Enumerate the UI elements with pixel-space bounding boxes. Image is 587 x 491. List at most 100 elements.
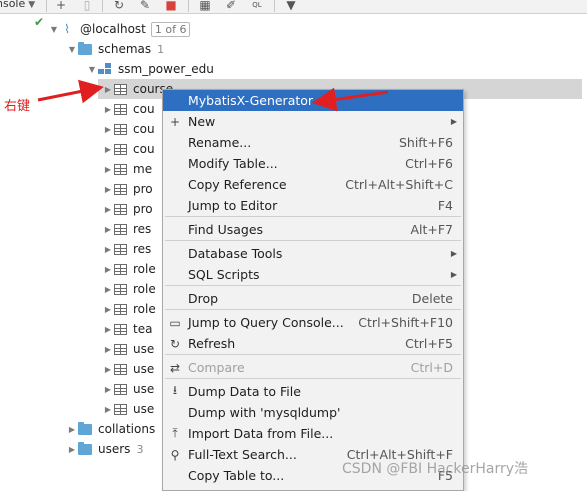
menu-item-label: New [188,114,216,129]
tree-table-row[interactable]: ▶ tea [102,319,153,339]
tree-table-row[interactable]: ▶ cou [102,139,155,159]
collapsed-arrow-icon[interactable]: ▶ [102,145,114,154]
collapsed-arrow-icon[interactable]: ▶ [66,445,78,454]
annotation-label: 右键 [4,99,31,114]
collapsed-arrow-icon[interactable]: ▶ [102,125,114,134]
tree-users[interactable]: ▶ users 3 [66,439,143,459]
table-icon [114,143,127,155]
menu-item-rename[interactable]: Rename... Shift+F6 [163,132,463,153]
menu-item-find-usages[interactable]: Find Usages Alt+F7 [163,219,463,240]
expanded-arrow-icon[interactable]: ▼ [48,25,60,34]
collapsed-arrow-icon[interactable]: ▶ [102,385,114,394]
table-name: role [133,302,156,316]
collapsed-arrow-icon[interactable]: ▶ [102,185,114,194]
menu-separator [165,378,461,379]
menu-item-shortcut: Shift+F6 [398,135,453,150]
tree-table-row[interactable]: ▶ me [102,159,152,179]
table-name: me [133,162,153,176]
collapsed-arrow-icon[interactable]: ▶ [102,265,114,274]
tree-table-row[interactable]: ▶ cou [102,99,155,119]
menu-item-drop[interactable]: Drop Delete [163,288,463,309]
menu-item-label: SQL Scripts [188,267,260,282]
tree-table-row[interactable]: ▶ role [102,299,156,319]
table-icon [114,243,127,255]
collapsed-arrow-icon[interactable]: ▶ [102,325,114,334]
collapsed-arrow-icon[interactable]: ▶ [102,405,114,414]
collapsed-arrow-icon[interactable]: ▶ [66,425,78,434]
tree-table-row[interactable]: ▶ use [102,339,154,359]
collapsed-arrow-icon[interactable]: ▶ [102,285,114,294]
folder-icon [78,41,92,55]
expanded-arrow-icon[interactable]: ▼ [66,45,78,54]
tree-table-row[interactable]: ▶ role [102,259,156,279]
collapsed-arrow-icon[interactable]: ▶ [102,225,114,234]
tree-table-row[interactable]: ▶ use [102,379,154,399]
menu-separator [165,354,461,355]
tree-table-row[interactable]: ▶ cou [102,119,155,139]
table-icon[interactable]: ▦ [198,0,212,12]
table-name: use [133,382,155,396]
collapsed-arrow-icon[interactable]: ▶ [102,345,114,354]
menu-item-sql-scripts[interactable]: SQL Scripts ▶ [163,264,463,285]
menu-item-jump-to-editor[interactable]: Jump to Editor F4 [163,195,463,216]
expanded-arrow-icon[interactable]: ▼ [86,65,98,74]
collapsed-arrow-icon[interactable]: ▶ [102,165,114,174]
submenu-arrow-icon: ▶ [450,270,457,279]
tree-schemas[interactable]: ▼ schemas 1 [66,39,164,59]
stop-icon[interactable]: ■ [164,0,178,12]
filter-icon[interactable]: ▼ [284,0,298,12]
collapsed-arrow-icon[interactable]: ▶ [102,85,114,94]
menu-item-compare[interactable]: ⇄ Compare Ctrl+D [163,357,463,378]
menu-item-shortcut: Ctrl+F6 [405,156,453,171]
table-name: pro [133,182,153,196]
menu-item-modify-table[interactable]: Modify Table... Ctrl+F6 [163,153,463,174]
tree-table-row[interactable]: ▶ use [102,399,154,419]
table-name: tea [133,322,153,336]
search-icon: ⚲ [170,447,180,462]
menu-item-dump-data-to-file[interactable]: ⭳ Dump Data to File [163,381,463,402]
menu-item-label: Dump Data to File [188,384,301,399]
folder-icon [78,421,92,435]
menu-item-refresh[interactable]: ↻ Refresh Ctrl+F5 [163,333,463,354]
delete-icon[interactable]: ▯ [80,0,94,12]
menu-item-copy-reference[interactable]: Copy Reference Ctrl+Alt+Shift+C [163,174,463,195]
schema-icon [98,63,112,75]
table-name: use [133,362,155,376]
tree-table-row[interactable]: ▶ res [102,219,151,239]
tools-icon[interactable]: ✎ [138,0,152,12]
table-icon [114,123,127,135]
menu-item-import-data-from-file[interactable]: ⤒ Import Data from File... [163,423,463,444]
tree-table-row[interactable]: ▶ res [102,239,151,259]
folder-icon [78,441,92,455]
tree-connection[interactable]: ▼ ⌇ @localhost 1 of 6 [48,19,191,39]
table-name: role [133,282,156,296]
tree-collations[interactable]: ▶ collations 2 [66,419,168,439]
plus-icon[interactable]: + [54,0,68,12]
tree-table-row[interactable]: ▶ pro [102,179,153,199]
menu-item-label: Dump with 'mysqldump' [188,405,341,420]
menu-item-new[interactable]: + New ▶ [163,111,463,132]
collapsed-arrow-icon[interactable]: ▶ [102,245,114,254]
menu-item-database-tools[interactable]: Database Tools ▶ [163,243,463,264]
collapsed-arrow-icon[interactable]: ▶ [102,205,114,214]
table-icon [114,383,127,395]
refresh-icon[interactable]: ↻ [112,0,126,12]
collapsed-arrow-icon[interactable]: ▶ [102,365,114,374]
tree-table-row[interactable]: ▶ use [102,359,154,379]
edit-icon[interactable]: ✐ [224,0,238,12]
tree-table-row[interactable]: ▶ pro [102,199,153,219]
console-dropdown[interactable]: nsole▼ [0,0,35,10]
menu-item-jump-to-query-console[interactable]: ▭ Jump to Query Console... Ctrl+Shift+F10 [163,312,463,333]
table-name: use [133,402,155,416]
tree-table-row[interactable]: ▶ role [102,279,156,299]
menu-item-label: Database Tools [188,246,283,261]
collapsed-arrow-icon[interactable]: ▶ [102,305,114,314]
collapsed-arrow-icon[interactable]: ▶ [102,105,114,114]
compare-icon: ⇄ [169,360,181,375]
table-name: role [133,262,156,276]
tree-schema[interactable]: ▼ ssm_power_edu [86,59,214,79]
sql-icon[interactable]: QL [250,0,264,11]
menu-item-dump-with-mysqldump[interactable]: Dump with 'mysqldump' [163,402,463,423]
menu-item-label: Full-Text Search... [188,447,297,462]
menu-item-mybatisx-generator[interactable]: MybatisX-Generator [163,90,463,111]
